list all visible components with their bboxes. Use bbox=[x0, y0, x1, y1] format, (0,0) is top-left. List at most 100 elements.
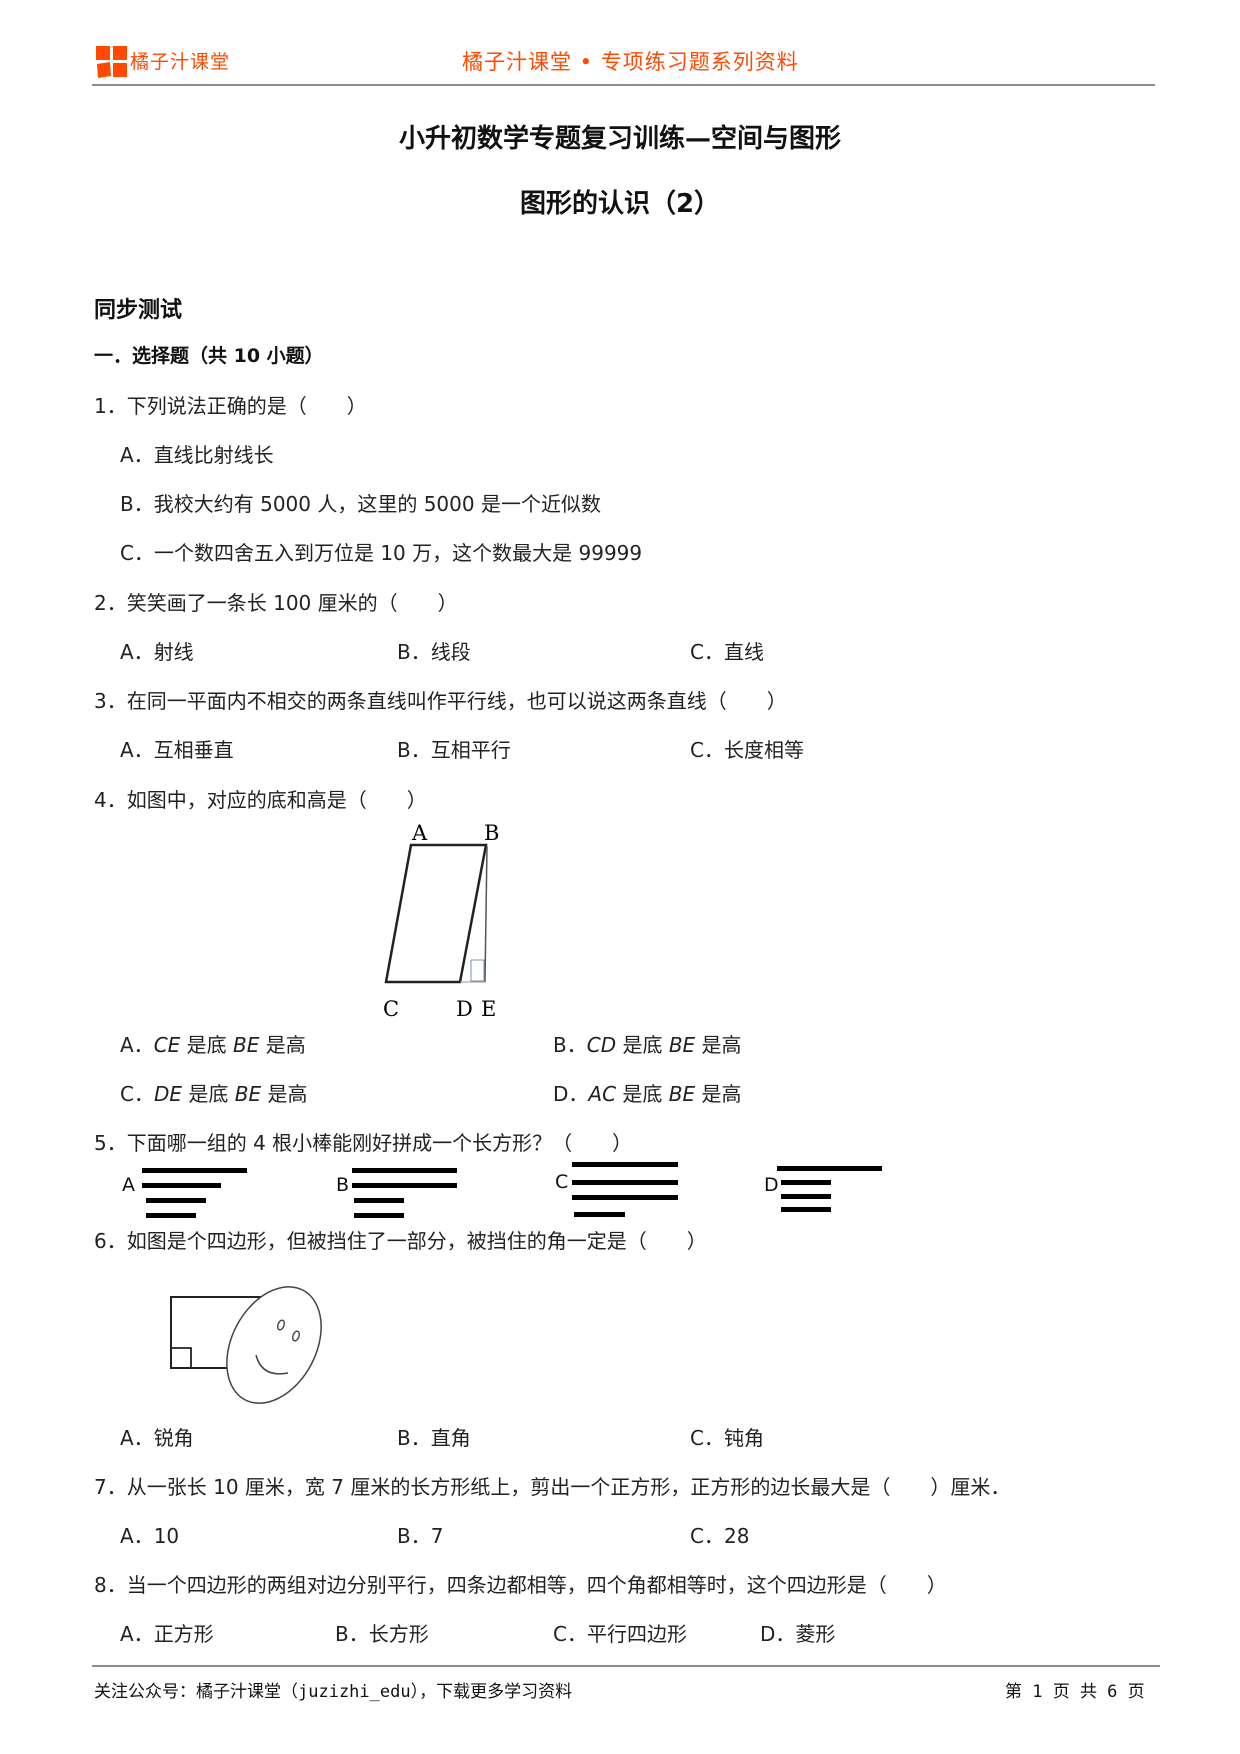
question-text: 笑笑画了一条长 100 厘米的（ ） bbox=[126, 591, 458, 615]
option-label: B． bbox=[397, 1524, 431, 1548]
question-stem: 1．下列说法正确的是（ ） bbox=[94, 390, 367, 419]
option-b[interactable]: B．7 bbox=[397, 1520, 443, 1549]
smiley-face-icon bbox=[226, 1286, 322, 1404]
option-text: 7 bbox=[430, 1524, 444, 1548]
question-text: 下面哪一组的 4 根小棒能刚好拼成一个长方形？（ ） bbox=[126, 1131, 633, 1155]
option-label: B． bbox=[120, 492, 154, 516]
question-stem: 6．如图是个四边形，但被挡住了一部分，被挡住的角一定是（ ） bbox=[94, 1225, 707, 1254]
option-label: B． bbox=[397, 1426, 431, 1450]
option-d[interactable]: D．AC 是底 BE 是高 bbox=[553, 1078, 742, 1107]
document-title: 小升初数学专题复习训练—空间与图形 bbox=[398, 124, 841, 154]
stick bbox=[781, 1194, 831, 1199]
option-label: A． bbox=[120, 640, 154, 664]
segment-height: BE bbox=[668, 1082, 696, 1106]
segment-height: BE bbox=[233, 1033, 260, 1057]
option-text: 直线比射线长 bbox=[153, 443, 274, 467]
segment-base: DE bbox=[153, 1082, 183, 1106]
footer-note: 关注公众号：橘子汁课堂（juzizhi_edu），下载更多学习资料 bbox=[94, 1682, 573, 1702]
option-d[interactable]: D．菱形 bbox=[760, 1618, 835, 1647]
option-text: 我校大约有 5000 人，这里的 5000 是一个近似数 bbox=[153, 492, 601, 516]
option-b[interactable]: B．线段 bbox=[397, 636, 471, 665]
stick bbox=[354, 1198, 404, 1203]
option-text: 是高 bbox=[695, 1082, 742, 1106]
question-stem: 2．笑笑画了一条长 100 厘米的（ ） bbox=[94, 587, 458, 616]
option-b[interactable]: B．长方形 bbox=[335, 1618, 429, 1647]
page-indicator: 第 1 页 共 6 页 bbox=[1005, 1682, 1145, 1702]
stick bbox=[354, 1213, 404, 1218]
stick bbox=[781, 1180, 831, 1185]
stick bbox=[777, 1166, 882, 1171]
question-number: 1． bbox=[94, 394, 127, 418]
stick bbox=[572, 1180, 678, 1185]
option-c[interactable]: C．DE 是底 BE 是高 bbox=[120, 1078, 307, 1107]
right-angle-marker bbox=[470, 959, 485, 982]
logo-icon bbox=[96, 46, 127, 78]
vertex-label-e: E bbox=[481, 997, 496, 1021]
option-c[interactable]: C．28 bbox=[690, 1520, 749, 1549]
option-b[interactable]: B．直角 bbox=[397, 1422, 471, 1451]
option-label: C． bbox=[120, 1082, 154, 1106]
option-a[interactable]: A．互相垂直 bbox=[120, 734, 234, 763]
part-heading: 一．选择题（共 10 小题） bbox=[94, 345, 324, 367]
stick bbox=[352, 1183, 457, 1188]
option-label: D． bbox=[760, 1622, 796, 1646]
option-text: 直角 bbox=[430, 1426, 471, 1450]
option-text: 是底 bbox=[616, 1082, 669, 1106]
option-text: 互相平行 bbox=[430, 738, 511, 762]
option-a[interactable]: A．直线比射线长 bbox=[120, 439, 274, 468]
option-b[interactable]: B．我校大约有 5000 人，这里的 5000 是一个近似数 bbox=[120, 488, 601, 517]
option-a[interactable]: A．10 bbox=[120, 1520, 179, 1549]
option-a[interactable]: A．射线 bbox=[120, 636, 194, 665]
option-text: 一个数四舍五入到万位是 10 万，这个数最大是 99999 bbox=[153, 541, 643, 565]
parallelogram-abcd bbox=[384, 843, 488, 984]
question-number: 3． bbox=[94, 689, 127, 713]
question-text: 在同一平面内不相交的两条直线叫作平行线，也可以说这两条直线（ ） bbox=[126, 689, 787, 713]
option-label: A． bbox=[120, 738, 154, 762]
option-text: 是底 bbox=[182, 1082, 235, 1106]
question-text: 下列说法正确的是（ ） bbox=[126, 394, 367, 418]
question-number: 8． bbox=[94, 1573, 127, 1597]
stick bbox=[572, 1162, 678, 1167]
stick-group-label: B bbox=[336, 1174, 350, 1196]
option-text: 菱形 bbox=[795, 1622, 836, 1646]
stick-group-label: D bbox=[764, 1174, 779, 1196]
option-c[interactable]: C．直线 bbox=[690, 636, 764, 665]
option-text: 互相垂直 bbox=[153, 738, 234, 762]
option-text: 是高 bbox=[695, 1033, 742, 1057]
header-series-title: 橘子汁课堂 • 专项练习题系列资料 bbox=[462, 50, 799, 74]
stick-group-label: C bbox=[555, 1171, 569, 1193]
option-label: A． bbox=[120, 443, 154, 467]
header-divider bbox=[92, 84, 1155, 86]
option-label: B． bbox=[397, 738, 431, 762]
option-text: 长度相等 bbox=[723, 738, 804, 762]
right-angle-marker bbox=[171, 1347, 192, 1368]
option-text: 28 bbox=[723, 1524, 750, 1548]
stick bbox=[781, 1207, 831, 1212]
vertex-label-a: A bbox=[411, 821, 428, 845]
option-text: 是底 bbox=[180, 1033, 234, 1057]
option-label: C． bbox=[690, 738, 724, 762]
stick bbox=[572, 1195, 678, 1200]
stick bbox=[142, 1183, 221, 1188]
option-a[interactable]: A．正方形 bbox=[120, 1618, 214, 1647]
document-subtitle: 图形的认识（2） bbox=[519, 189, 721, 219]
option-b[interactable]: B．CD 是底 BE 是高 bbox=[553, 1029, 742, 1058]
option-text: 是底 bbox=[616, 1033, 669, 1057]
option-c[interactable]: C．长度相等 bbox=[690, 734, 804, 763]
option-c[interactable]: C．一个数四舍五入到万位是 10 万，这个数最大是 99999 bbox=[120, 537, 642, 566]
option-label: C． bbox=[553, 1622, 587, 1646]
question-text: 当一个四边形的两组对边分别平行，四条边都相等，四个角都相等时，这个四边形是（ ） bbox=[126, 1573, 947, 1597]
option-b[interactable]: B．互相平行 bbox=[397, 734, 511, 763]
option-text: 正方形 bbox=[153, 1622, 214, 1646]
option-c[interactable]: C．钝角 bbox=[690, 1422, 764, 1451]
option-label: A． bbox=[120, 1524, 154, 1548]
option-a[interactable]: A．锐角 bbox=[120, 1422, 194, 1451]
option-label: B． bbox=[553, 1033, 587, 1057]
option-c[interactable]: C．平行四边形 bbox=[553, 1618, 687, 1647]
question-stem: 5．下面哪一组的 4 根小棒能刚好拼成一个长方形？（ ） bbox=[94, 1127, 632, 1156]
question-number: 2． bbox=[94, 591, 127, 615]
option-a[interactable]: A．CE 是底 BE 是高 bbox=[120, 1029, 306, 1058]
height-be bbox=[484, 845, 488, 983]
stick bbox=[146, 1213, 196, 1218]
option-text: 锐角 bbox=[153, 1426, 194, 1450]
